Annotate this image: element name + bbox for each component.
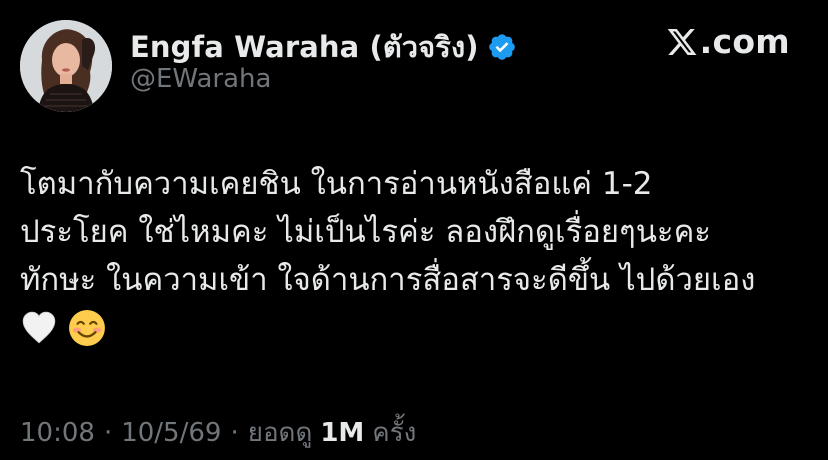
tweet-line: ทักษะ ในความเข้า ใจด้านการสื่อสารจะดีขึ้… xyxy=(20,262,756,298)
views-suffix: ครั้ง xyxy=(372,418,417,448)
meta-separator: · xyxy=(103,418,113,448)
x-logo-icon xyxy=(665,26,699,58)
brand-text: .com xyxy=(699,22,790,61)
tweet-line: ประโยค ใช่ไหมคะ ไม่เป็นไรค่ะ ลองฝึกดูเรื… xyxy=(20,214,711,250)
tweet-card: Engfa Waraha (ตัวจริง) @EWaraha .com โตม… xyxy=(0,0,828,460)
author-handle[interactable]: @EWaraha xyxy=(130,64,271,94)
verified-badge-icon xyxy=(487,32,517,62)
avatar[interactable] xyxy=(20,20,112,112)
meta-separator: · xyxy=(230,418,239,448)
emoji-row xyxy=(20,304,810,352)
tweet-date[interactable]: 10/5/69 xyxy=(121,418,221,448)
tweet-line: โตมากับความเคยชิน ในการอ่านหนังสือแค่ 1-… xyxy=(20,166,653,202)
white-heart-icon xyxy=(20,309,58,347)
views-count[interactable]: 1M xyxy=(320,418,364,448)
views-label: ยอดดู xyxy=(247,418,313,448)
profile-photo-icon xyxy=(20,20,112,112)
tweet-text: โตมากับความเคยชิน ในการอ่านหนังสือแค่ 1-… xyxy=(20,160,810,352)
smiling-face-icon xyxy=(68,309,106,347)
x-brand: .com xyxy=(665,22,790,61)
tweet-time[interactable]: 10:08 xyxy=(20,418,95,448)
tweet-meta: 10:08 · 10/5/69 · ยอดดู 1M ครั้ง xyxy=(20,412,416,453)
